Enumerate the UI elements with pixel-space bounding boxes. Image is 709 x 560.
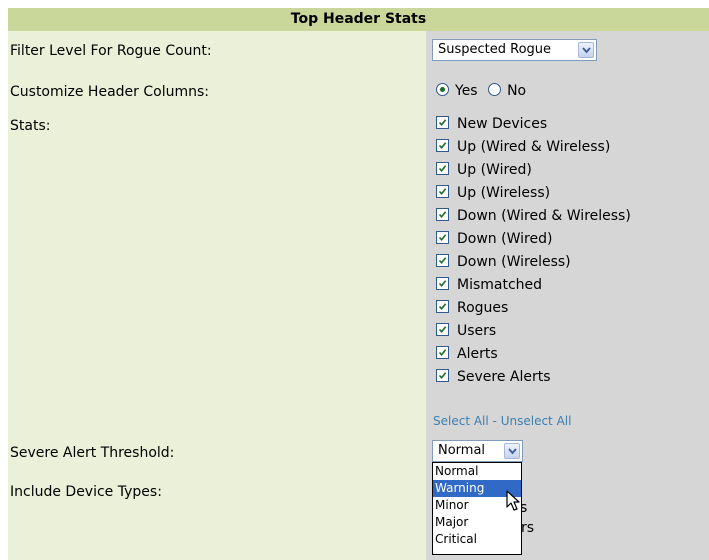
dropdown-option-critical[interactable]: Critical — [433, 531, 521, 548]
radio-yes[interactable] — [436, 83, 449, 96]
stat-item: Rogues — [436, 299, 631, 322]
filter-level-value: Suspected Rogue — [438, 42, 552, 57]
stat-item-label: Up (Wired & Wireless) — [457, 139, 611, 155]
customize-columns-radio-group: Yes No — [436, 81, 532, 101]
stat-item-label: Down (Wired & Wireless) — [457, 208, 631, 224]
radio-no-label: No — [507, 83, 527, 99]
checkbox[interactable] — [436, 185, 449, 198]
stat-item: Users — [436, 322, 631, 345]
filter-level-select[interactable]: Suspected Rogue — [432, 39, 597, 61]
stat-item: Up (Wired & Wireless) — [436, 138, 631, 161]
unselect-all-link[interactable]: Unselect All — [501, 414, 572, 428]
checkbox[interactable] — [436, 162, 449, 175]
link-separator: - — [492, 414, 497, 428]
checkbox[interactable] — [436, 323, 449, 336]
radio-no[interactable] — [488, 83, 502, 96]
stat-item-label: Up (Wireless) — [457, 185, 551, 201]
stat-item-label: Severe Alerts — [457, 369, 551, 385]
dropdown-option-major[interactable]: Major — [433, 514, 521, 531]
stats-checkbox-list: New Devices Up (Wired & Wireless) Up (Wi… — [436, 115, 631, 391]
stat-item-label: New Devices — [457, 116, 548, 132]
stat-item: Alerts — [436, 345, 631, 368]
severe-alert-threshold-value: Normal — [438, 443, 486, 458]
stat-item-label: Down (Wireless) — [457, 254, 571, 270]
checkbox[interactable] — [436, 346, 449, 359]
dropdown-option-normal[interactable]: Normal — [433, 463, 521, 480]
checkbox[interactable] — [436, 139, 449, 152]
chevron-down-icon[interactable] — [504, 443, 520, 459]
stat-item-label: Down (Wired) — [457, 231, 553, 247]
stat-item: Up (Wired) — [436, 161, 631, 184]
stat-item: Severe Alerts — [436, 368, 631, 391]
stat-item: Down (Wired & Wireless) — [436, 207, 631, 230]
checkbox[interactable] — [436, 277, 449, 290]
stat-item: Down (Wireless) — [436, 253, 631, 276]
stat-item: Down (Wired) — [436, 230, 631, 253]
select-links: Select All - Unselect All — [433, 414, 571, 428]
label-column — [8, 31, 426, 560]
stat-item: Up (Wireless) — [436, 184, 631, 207]
checkbox[interactable] — [436, 231, 449, 244]
stat-item-label: Rogues — [457, 300, 509, 316]
chevron-down-icon[interactable] — [578, 42, 594, 58]
stat-item-label: Mismatched — [457, 277, 543, 293]
stat-item-label: Up (Wired) — [457, 162, 532, 178]
checkbox[interactable] — [436, 254, 449, 267]
section-header: Top Header Stats — [8, 8, 709, 32]
select-all-link[interactable]: Select All — [433, 414, 489, 428]
partially-hidden-text: rs — [521, 520, 535, 536]
stat-item: Mismatched — [436, 276, 631, 299]
stat-item-label: Users — [457, 323, 497, 339]
stats-label: Stats: — [10, 118, 51, 134]
checkbox[interactable] — [436, 369, 449, 382]
customize-columns-label: Customize Header Columns: — [10, 84, 209, 100]
radio-yes-label: Yes — [455, 83, 478, 99]
filter-level-label: Filter Level For Rogue Count: — [10, 43, 212, 59]
checkbox[interactable] — [436, 116, 449, 129]
stat-item: New Devices — [436, 115, 631, 138]
stat-item-label: Alerts — [457, 346, 498, 362]
severe-alert-threshold-select[interactable]: Normal — [432, 440, 523, 462]
mouse-cursor-icon — [506, 490, 522, 516]
severe-alert-threshold-label: Severe Alert Threshold: — [10, 445, 175, 461]
checkbox[interactable] — [436, 208, 449, 221]
checkbox[interactable] — [436, 300, 449, 313]
include-device-types-label: Include Device Types: — [10, 484, 162, 500]
